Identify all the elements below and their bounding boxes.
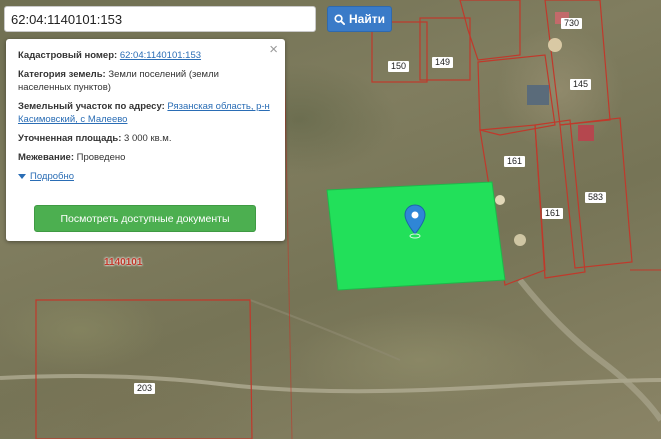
caret-down-icon	[18, 174, 26, 179]
parcel-label: 583	[585, 192, 607, 203]
tree-blob	[548, 38, 562, 52]
survey-label: Межевание:	[18, 152, 74, 163]
close-icon[interactable]: ×	[269, 42, 278, 58]
area-label: Уточненная площадь:	[18, 133, 122, 144]
parcel-label: 150	[388, 61, 410, 72]
view-documents-button[interactable]: Посмотреть доступные документы	[34, 205, 256, 232]
parcel-label: 161	[504, 156, 526, 167]
category-label: Категория земель:	[18, 69, 106, 80]
area-row: Уточненная площадь: 3 000 кв.м.	[18, 132, 273, 145]
parcel-label: 149	[432, 57, 454, 68]
parcel-161b	[534, 119, 586, 279]
survey-value: Проведено	[76, 152, 126, 163]
quarter-label: 1140101	[104, 257, 143, 268]
area-value: 3 000 кв.м.	[124, 133, 172, 144]
building	[578, 125, 594, 141]
map-marker-icon	[404, 204, 426, 239]
category-row: Категория земель: Земли поселений (земли…	[18, 68, 273, 94]
cadastral-label: Кадастровый номер:	[18, 50, 118, 61]
parcel-label: 145	[570, 79, 592, 90]
parcel-label: 161	[542, 208, 564, 219]
survey-row: Межевание: Проведено	[18, 151, 273, 164]
details-label: Подробно	[30, 171, 74, 182]
tree-blob	[495, 195, 505, 205]
parcel-label: 203	[134, 383, 156, 394]
road	[0, 374, 661, 394]
search-icon	[334, 13, 345, 25]
tree-blob	[514, 234, 526, 246]
building	[527, 85, 549, 105]
parcel-info-popup: × Кадастровый номер: 62:04:1140101:153 К…	[6, 39, 285, 241]
cadastral-link[interactable]: 62:04:1140101:153	[120, 50, 201, 61]
address-row: Земельный участок по адресу: Рязанская о…	[18, 100, 273, 126]
parcel-203	[35, 299, 253, 439]
parcel-label: 730	[561, 18, 583, 29]
details-toggle[interactable]: Подробно	[18, 170, 273, 183]
search-button[interactable]: Найти	[327, 6, 392, 32]
road	[517, 278, 661, 422]
address-label: Земельный участок по адресу:	[18, 101, 165, 112]
cadastral-search-input[interactable]	[4, 6, 316, 32]
quarter-boundary	[283, 43, 293, 439]
search-button-label: Найти	[349, 12, 385, 26]
cadastral-row: Кадастровый номер: 62:04:1140101:153	[18, 49, 273, 62]
path	[249, 299, 401, 361]
parcel-upper	[459, 0, 521, 61]
